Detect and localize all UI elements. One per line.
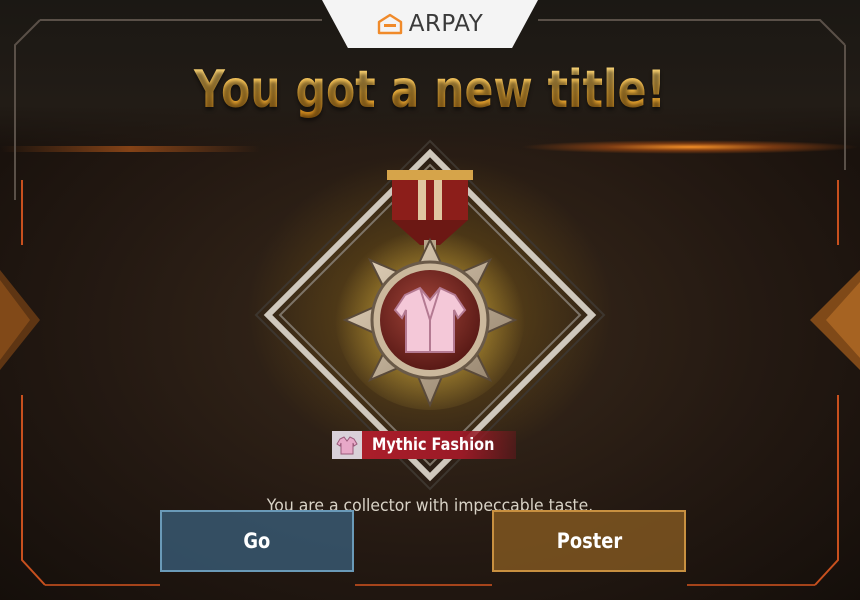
robe-medal-icon xyxy=(335,170,525,410)
poster-button-label: Poster xyxy=(556,529,622,553)
poster-button[interactable]: Poster xyxy=(492,510,686,572)
arpay-brand-text: ARPAY xyxy=(408,11,484,37)
title-description: You are a collector with impeccable tast… xyxy=(266,496,594,516)
go-button-label: Go xyxy=(243,529,271,553)
robe-icon xyxy=(332,431,362,459)
reward-headline: You got a new title! xyxy=(77,60,782,120)
title-name: Mythic Fashion xyxy=(372,435,495,455)
title-chip: Mythic Fashion xyxy=(332,431,516,459)
arpay-watermark: ARPAY xyxy=(322,0,538,48)
go-button[interactable]: Go xyxy=(160,510,354,572)
arpay-house-icon xyxy=(377,13,402,35)
reward-screen: ARPAY You got a new title! Mythic Fashio… xyxy=(0,0,860,600)
